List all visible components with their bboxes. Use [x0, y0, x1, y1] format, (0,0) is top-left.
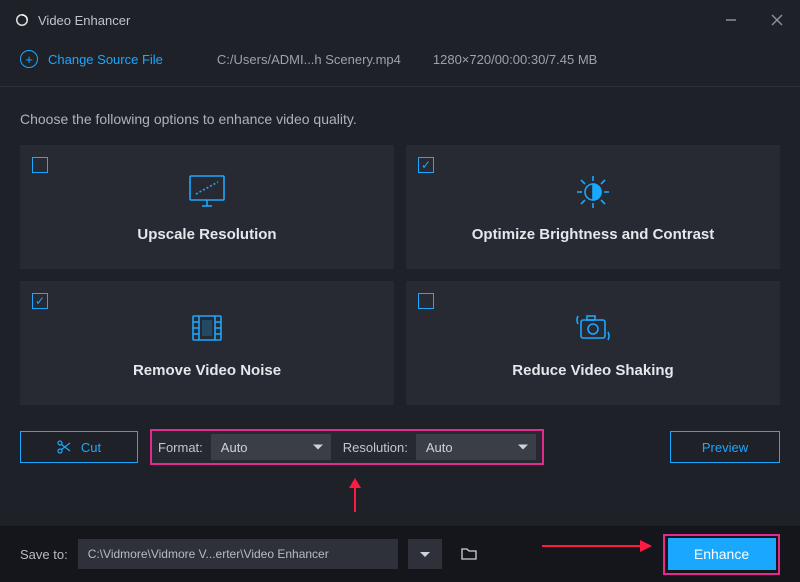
format-settings-group: Format: Auto Resolution: Auto	[150, 429, 544, 465]
camera-shake-icon	[570, 308, 616, 348]
preview-label: Preview	[702, 440, 748, 455]
film-icon	[184, 308, 230, 348]
save-to-label: Save to:	[20, 547, 68, 562]
card-label: Remove Video Noise	[133, 362, 281, 379]
checkbox[interactable]	[32, 157, 48, 173]
save-path: C:\Vidmore\Vidmore V...erter\Video Enhan…	[88, 547, 329, 561]
preview-button[interactable]: Preview	[670, 431, 780, 463]
app-icon	[14, 12, 30, 28]
card-upscale-resolution[interactable]: Upscale Resolution	[20, 145, 394, 269]
titlebar: Video Enhancer	[0, 0, 800, 40]
checkbox[interactable]	[418, 293, 434, 309]
format-value: Auto	[221, 440, 248, 455]
change-source-label: Change Source File	[48, 52, 163, 67]
source-info: 1280×720/00:00:30/7.45 MB	[433, 52, 597, 67]
brightness-icon	[570, 172, 616, 212]
checkbox[interactable]	[418, 157, 434, 173]
plus-icon: +	[20, 50, 38, 68]
minimize-button[interactable]	[708, 0, 754, 40]
card-label: Optimize Brightness and Contrast	[472, 226, 715, 243]
resolution-dropdown[interactable]: Auto	[416, 434, 536, 460]
scissors-icon	[57, 440, 71, 454]
enhance-cards: Upscale Resolution Optimize Brightness a…	[0, 145, 800, 405]
minimize-icon	[725, 14, 737, 26]
monitor-icon	[184, 172, 230, 212]
subtitle: Choose the following options to enhance …	[0, 87, 800, 145]
resolution-value: Auto	[426, 440, 453, 455]
change-source-button[interactable]: + Change Source File	[20, 50, 163, 68]
source-row: + Change Source File C:/Users/ADMI...h S…	[0, 40, 800, 87]
folder-icon	[461, 547, 477, 561]
app-title: Video Enhancer	[38, 13, 130, 28]
close-icon	[771, 14, 783, 26]
save-path-dropdown[interactable]	[408, 539, 442, 569]
card-optimize-brightness[interactable]: Optimize Brightness and Contrast	[406, 145, 780, 269]
source-path: C:/Users/ADMI...h Scenery.mp4	[217, 52, 401, 67]
format-label: Format:	[158, 440, 203, 455]
annotation-arrow-right	[542, 536, 652, 556]
enhance-button[interactable]: Enhance	[668, 538, 776, 570]
format-dropdown[interactable]: Auto	[211, 434, 331, 460]
resolution-label: Resolution:	[343, 440, 408, 455]
enhance-label: Enhance	[694, 546, 749, 562]
card-label: Upscale Resolution	[137, 226, 276, 243]
open-folder-button[interactable]	[452, 539, 486, 569]
cut-button[interactable]: Cut	[20, 431, 138, 463]
card-remove-noise[interactable]: Remove Video Noise	[20, 281, 394, 405]
save-path-box[interactable]: C:\Vidmore\Vidmore V...erter\Video Enhan…	[78, 539, 398, 569]
checkbox[interactable]	[32, 293, 48, 309]
options-row: Cut Format: Auto Resolution: Auto Previe…	[0, 405, 800, 465]
bottom-bar: Save to: C:\Vidmore\Vidmore V...erter\Vi…	[0, 526, 800, 582]
annotation-arrow-up	[345, 478, 365, 512]
card-label: Reduce Video Shaking	[512, 362, 673, 379]
cut-label: Cut	[81, 440, 101, 455]
enhance-highlight: Enhance	[663, 534, 780, 575]
card-reduce-shaking[interactable]: Reduce Video Shaking	[406, 281, 780, 405]
close-button[interactable]	[754, 0, 800, 40]
